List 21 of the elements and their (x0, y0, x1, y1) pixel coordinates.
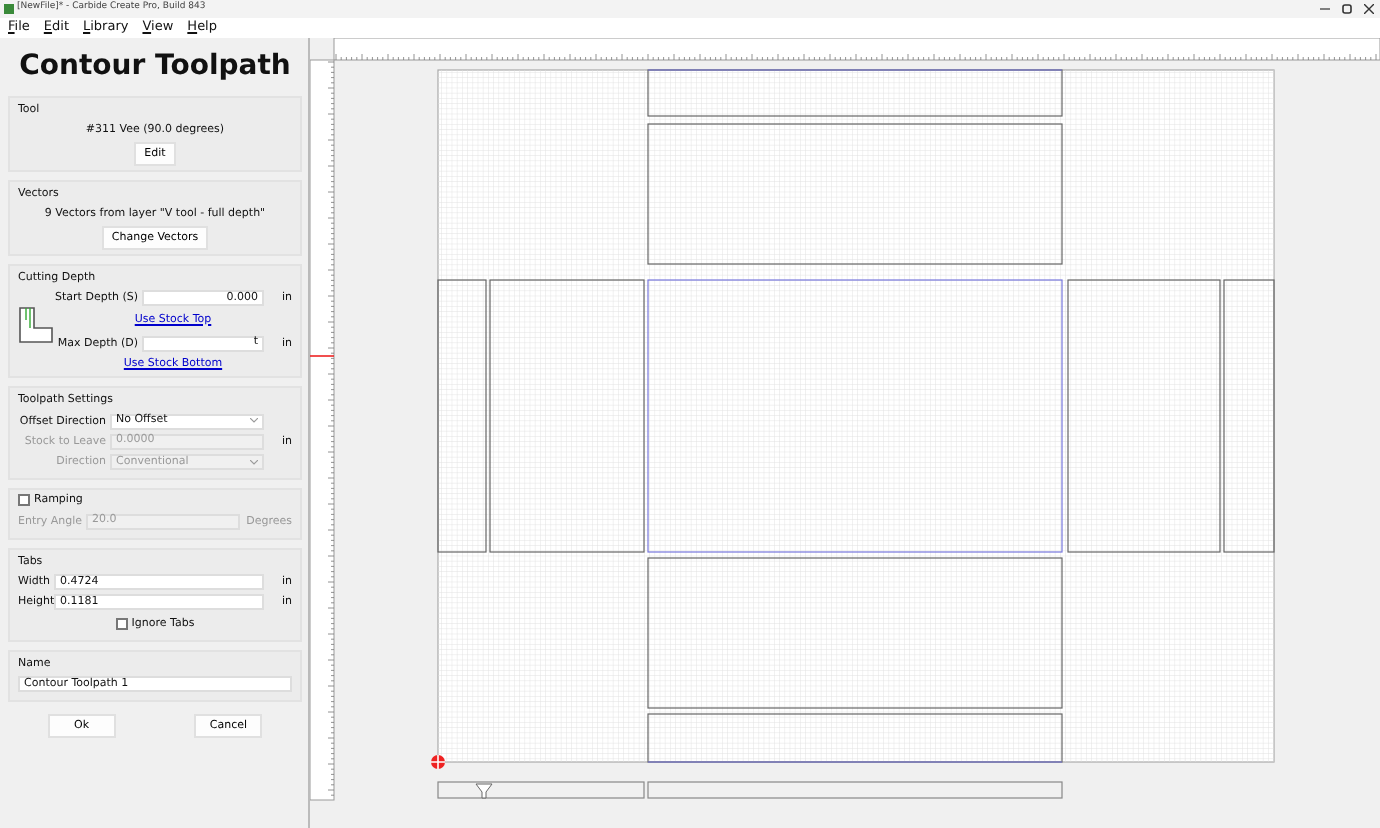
vector-shape[interactable] (489, 279, 645, 553)
vector-shape[interactable] (1223, 279, 1275, 553)
close-icon[interactable] (1364, 4, 1374, 14)
depth-diagram-icon (18, 302, 54, 347)
vector-shape[interactable] (437, 279, 487, 553)
checkbox[interactable] (115, 617, 128, 630)
position-marker (310, 355, 335, 357)
app-icon (4, 4, 14, 14)
restore-icon[interactable] (1342, 4, 1352, 14)
vector-shape[interactable] (647, 69, 1063, 117)
vector-shape[interactable] (1067, 279, 1221, 553)
vector-shape[interactable] (647, 713, 1063, 763)
vector-shape[interactable] (647, 123, 1063, 265)
chevron-icon (250, 459, 258, 466)
minimize-icon[interactable] (1320, 4, 1330, 14)
panel-title: Contour Toolpath (17, 48, 293, 86)
vector-shape[interactable] (647, 279, 1063, 553)
chevron-icon (250, 418, 258, 425)
checkbox[interactable] (18, 494, 30, 507)
funnel-icon (475, 783, 493, 799)
vector-shape[interactable] (647, 557, 1063, 709)
